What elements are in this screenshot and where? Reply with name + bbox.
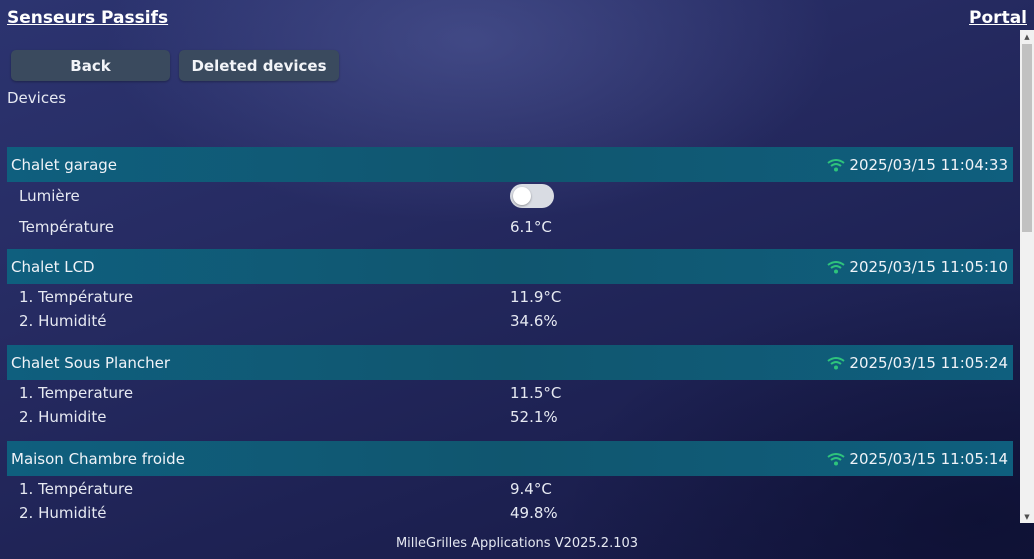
row-label: 2. Humidité — [19, 312, 107, 330]
row-value: 52.1% — [510, 408, 558, 426]
wifi-icon — [827, 356, 846, 369]
device-header[interactable]: Chalet Sous Plancher 2025/03/15 11:05:24 — [7, 345, 1013, 380]
row-label: 2. Humidite — [19, 408, 107, 426]
device-last-seen: 2025/03/15 11:05:14 — [849, 449, 1008, 468]
device-row: 2. Humidite 52.1% — [7, 405, 1013, 429]
toggle-knob — [513, 187, 531, 205]
device-header[interactable]: Chalet LCD 2025/03/15 11:05:10 — [7, 249, 1013, 284]
device-row: Lumière — [7, 184, 1013, 208]
device-status: 2025/03/15 11:04:33 — [827, 156, 1008, 174]
row-label: Température — [19, 218, 115, 236]
device-card: Chalet garage 2025/03/15 11:04:33 Lumièr… — [7, 147, 1013, 239]
device-card: Chalet LCD 2025/03/15 11:05:10 1. Tempér… — [7, 249, 1013, 333]
device-name: Chalet LCD — [11, 257, 95, 276]
device-name: Chalet garage — [11, 155, 118, 174]
device-row: Température 6.1°C — [7, 215, 1013, 239]
row-label: 2. Humidité — [19, 504, 107, 522]
row-value: 11.9°C — [510, 288, 562, 306]
device-name: Maison Chambre froide — [11, 449, 185, 468]
row-value: 49.8% — [510, 504, 558, 522]
device-row: 1. Température 9.4°C — [7, 477, 1013, 501]
device-status: 2025/03/15 11:05:14 — [827, 450, 1008, 468]
device-header[interactable]: Chalet garage 2025/03/15 11:04:33 — [7, 147, 1013, 182]
devices-section-label: Devices — [7, 89, 67, 107]
scroll-up-arrow-icon[interactable]: ▲ — [1020, 30, 1034, 43]
deleted-devices-button[interactable]: Deleted devices — [179, 50, 339, 81]
row-label: Lumière — [19, 187, 80, 205]
wifi-icon — [827, 452, 846, 465]
wifi-icon — [827, 158, 846, 171]
device-last-seen: 2025/03/15 11:05:24 — [849, 353, 1008, 372]
device-header[interactable]: Maison Chambre froide 2025/03/15 11:05:1… — [7, 441, 1013, 476]
row-label: 1. Température — [19, 480, 134, 498]
lumiere-toggle[interactable] — [510, 184, 554, 208]
footer-version: MilleGrilles Applications V2025.2.103 — [395, 536, 639, 551]
row-label: 1. Temperature — [19, 384, 134, 402]
row-value: 6.1°C — [510, 218, 552, 236]
app-page: Senseurs Passifs Portal Back Deleted dev… — [0, 0, 1027, 559]
app-title[interactable]: Senseurs Passifs — [7, 8, 168, 28]
device-last-seen: 2025/03/15 11:04:33 — [849, 155, 1008, 174]
device-card: Maison Chambre froide 2025/03/15 11:05:1… — [7, 441, 1013, 525]
device-last-seen: 2025/03/15 11:05:10 — [849, 257, 1008, 276]
device-row: 2. Humidité 34.6% — [7, 309, 1013, 333]
wifi-icon — [827, 260, 846, 273]
device-card: Chalet Sous Plancher 2025/03/15 11:05:24… — [7, 345, 1013, 429]
vertical-scrollbar[interactable]: ▲ ▼ — [1020, 30, 1034, 523]
device-row: 1. Température 11.9°C — [7, 285, 1013, 309]
portal-link[interactable]: Portal — [969, 8, 1027, 28]
row-value: 9.4°C — [510, 480, 552, 498]
row-label: 1. Température — [19, 288, 134, 306]
scrollbar-thumb[interactable] — [1022, 44, 1032, 232]
row-value: 11.5°C — [510, 384, 562, 402]
device-status: 2025/03/15 11:05:10 — [827, 258, 1008, 276]
scroll-down-arrow-icon[interactable]: ▼ — [1020, 510, 1034, 523]
device-row: 1. Temperature 11.5°C — [7, 381, 1013, 405]
device-name: Chalet Sous Plancher — [11, 353, 171, 372]
row-value: 34.6% — [510, 312, 558, 330]
device-status: 2025/03/15 11:05:24 — [827, 354, 1008, 372]
back-button[interactable]: Back — [11, 50, 170, 81]
device-row: 2. Humidité 49.8% — [7, 501, 1013, 525]
